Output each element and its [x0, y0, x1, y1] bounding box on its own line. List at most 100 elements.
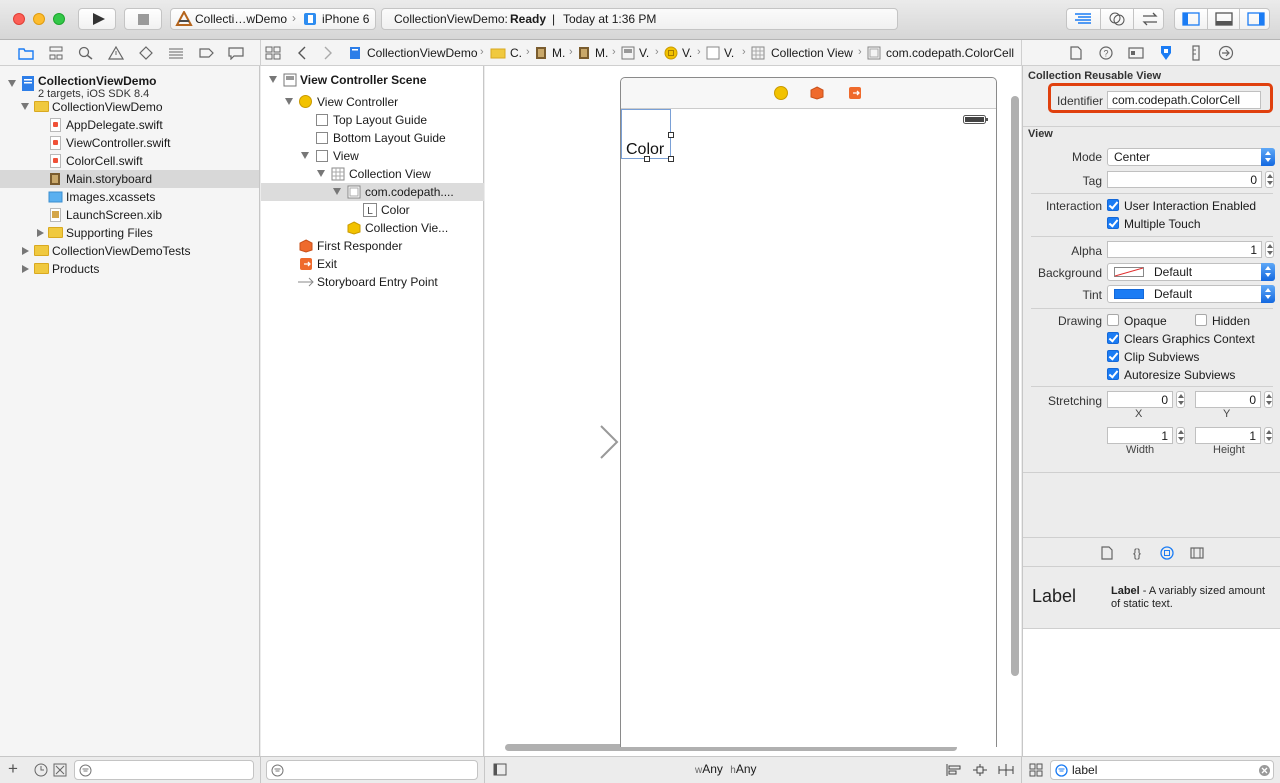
outline-row-collection-view[interactable]: Collection View [261, 165, 484, 183]
hidden-checkbox[interactable] [1195, 314, 1207, 326]
toggle-navigator-button[interactable] [1175, 9, 1207, 29]
disclosure-triangle-icon[interactable] [22, 247, 29, 255]
toggle-debug-area-button[interactable] [1207, 9, 1239, 29]
jumpbar-crumb-cell[interactable]: com.codepath.ColorCell [867, 44, 1014, 62]
issue-navigator-tab[interactable] [108, 45, 124, 61]
vertical-scrollbar[interactable] [1011, 96, 1019, 676]
symbol-navigator-tab[interactable] [48, 45, 64, 61]
disclosure-triangle-icon[interactable] [317, 170, 325, 177]
project-navigator-tab[interactable] [18, 45, 34, 61]
disclosure-triangle-icon[interactable] [21, 103, 29, 110]
outline-toggle-icon[interactable] [493, 763, 507, 776]
test-navigator-tab[interactable] [138, 45, 154, 61]
run-button[interactable] [78, 8, 116, 30]
multiple-touch-checkbox[interactable] [1107, 217, 1119, 229]
outline-row-scene[interactable]: View Controller Scene [261, 71, 484, 89]
identity-inspector-tab[interactable] [1128, 45, 1144, 61]
autoresize-subviews-checkbox[interactable] [1107, 368, 1119, 380]
outline-row-first-responder[interactable]: First Responder [261, 237, 484, 255]
attributes-inspector-tab[interactable] [1158, 45, 1174, 61]
group-row-collectionviewdemo[interactable]: CollectionViewDemo [0, 98, 259, 116]
breakpoint-navigator-tab[interactable] [198, 45, 214, 61]
outline-row-collection-cell[interactable]: com.codepath.... [261, 183, 484, 201]
file-row-colorcell[interactable]: ColorCell.swift [0, 152, 259, 170]
identifier-field[interactable]: com.codepath.ColorCell [1107, 91, 1261, 109]
disclosure-triangle-icon[interactable] [269, 76, 277, 83]
library-search-field[interactable]: label [1050, 760, 1274, 780]
stretch-x-stepper[interactable] [1176, 391, 1185, 408]
first-responder-cube-icon[interactable] [810, 86, 824, 100]
recent-files-clock-icon[interactable] [34, 763, 48, 777]
standard-editor-button[interactable] [1067, 9, 1099, 29]
file-inspector-tab[interactable] [1068, 45, 1084, 61]
user-interaction-checkbox[interactable] [1107, 199, 1119, 211]
code-snippet-library-tab[interactable]: {} [1129, 545, 1145, 561]
quick-help-tab[interactable]: ? [1098, 45, 1114, 61]
file-row-launchscreen[interactable]: LaunchScreen.xib [0, 206, 259, 224]
collection-cell[interactable]: Color [621, 109, 674, 162]
object-library-tab[interactable] [1159, 545, 1175, 561]
outline-row-entry-point[interactable]: Storyboard Entry Point [261, 273, 484, 291]
jumpbar-crumb-storyboard[interactable]: M. [535, 44, 565, 62]
add-icon[interactable]: + [8, 759, 18, 779]
clear-search-icon[interactable] [1258, 764, 1271, 777]
zoom-window-button[interactable] [53, 13, 65, 25]
disclosure-triangle-icon[interactable] [333, 188, 341, 195]
debug-navigator-tab[interactable] [168, 45, 184, 61]
opaque-checkbox[interactable] [1107, 314, 1119, 326]
library-item-label[interactable]: Label Label - A variably sized amount of… [1023, 567, 1280, 629]
outline-row-label-color[interactable]: L Color [261, 201, 484, 219]
toggle-utilities-button[interactable] [1239, 9, 1271, 29]
media-library-tab[interactable] [1189, 545, 1205, 561]
alpha-field[interactable]: 1 [1107, 241, 1262, 258]
tag-stepper[interactable] [1265, 171, 1274, 188]
clip-subviews-checkbox[interactable] [1107, 350, 1119, 362]
jumpbar-crumb-project[interactable]: CollectionViewDemo [348, 44, 478, 62]
background-popup[interactable]: Default [1107, 263, 1275, 281]
jumpbar-crumb-scene[interactable]: V. [621, 44, 649, 62]
forward-button[interactable] [320, 45, 336, 61]
outline-row-bottom-layout-guide[interactable]: Bottom Layout Guide [261, 129, 484, 147]
connections-inspector-tab[interactable] [1218, 45, 1234, 61]
outline-row-view[interactable]: View [261, 147, 484, 165]
report-navigator-tab[interactable] [228, 45, 244, 61]
tag-field[interactable]: 0 [1107, 171, 1262, 188]
file-row-images[interactable]: Images.xcassets [0, 188, 259, 206]
jumpbar-crumb-storyboard-base[interactable]: M. [578, 44, 608, 62]
stretch-x-field[interactable]: 0 [1107, 391, 1173, 408]
library-grid-toggle-icon[interactable] [1029, 763, 1043, 777]
outline-row-exit[interactable]: Exit [261, 255, 484, 273]
view-controller-scene[interactable]: Color [620, 77, 997, 747]
jumpbar-crumb-group[interactable]: C. [490, 44, 522, 62]
size-inspector-tab[interactable] [1188, 45, 1204, 61]
disclosure-triangle-icon[interactable] [8, 80, 16, 87]
file-row-viewcontroller[interactable]: ViewController.swift [0, 134, 259, 152]
related-items-button[interactable] [265, 45, 281, 61]
disclosure-triangle-icon[interactable] [301, 152, 309, 159]
minimize-window-button[interactable] [33, 13, 45, 25]
back-button[interactable] [294, 45, 310, 61]
resize-handle[interactable] [644, 156, 650, 162]
disclosure-triangle-icon[interactable] [37, 229, 44, 237]
tint-popup[interactable]: Default [1107, 285, 1275, 303]
view-controller-icon[interactable] [774, 86, 788, 100]
stretch-y-field[interactable]: 0 [1195, 391, 1261, 408]
file-template-library-tab[interactable] [1099, 545, 1115, 561]
stop-button[interactable] [124, 8, 162, 30]
entry-point-arrow-icon[interactable] [521, 424, 621, 460]
mode-popup[interactable]: Center [1107, 148, 1275, 166]
navigator-filter-field[interactable] [74, 760, 254, 780]
close-window-button[interactable] [13, 13, 25, 25]
stretch-y-stepper[interactable] [1264, 391, 1273, 408]
outline-row-collection-layout[interactable]: Collection Vie... [261, 219, 484, 237]
version-editor-button[interactable] [1133, 9, 1165, 29]
disclosure-triangle-icon[interactable] [22, 265, 29, 273]
clears-graphics-checkbox[interactable] [1107, 332, 1119, 344]
stretch-width-stepper[interactable] [1176, 427, 1185, 444]
stretch-height-stepper[interactable] [1264, 427, 1273, 444]
find-navigator-tab[interactable] [78, 45, 94, 61]
outline-filter-field[interactable] [266, 760, 478, 780]
assistant-editor-button[interactable] [1100, 9, 1132, 29]
file-row-main-storyboard[interactable]: Main.storyboard [0, 170, 259, 188]
resize-handle[interactable] [668, 156, 674, 162]
